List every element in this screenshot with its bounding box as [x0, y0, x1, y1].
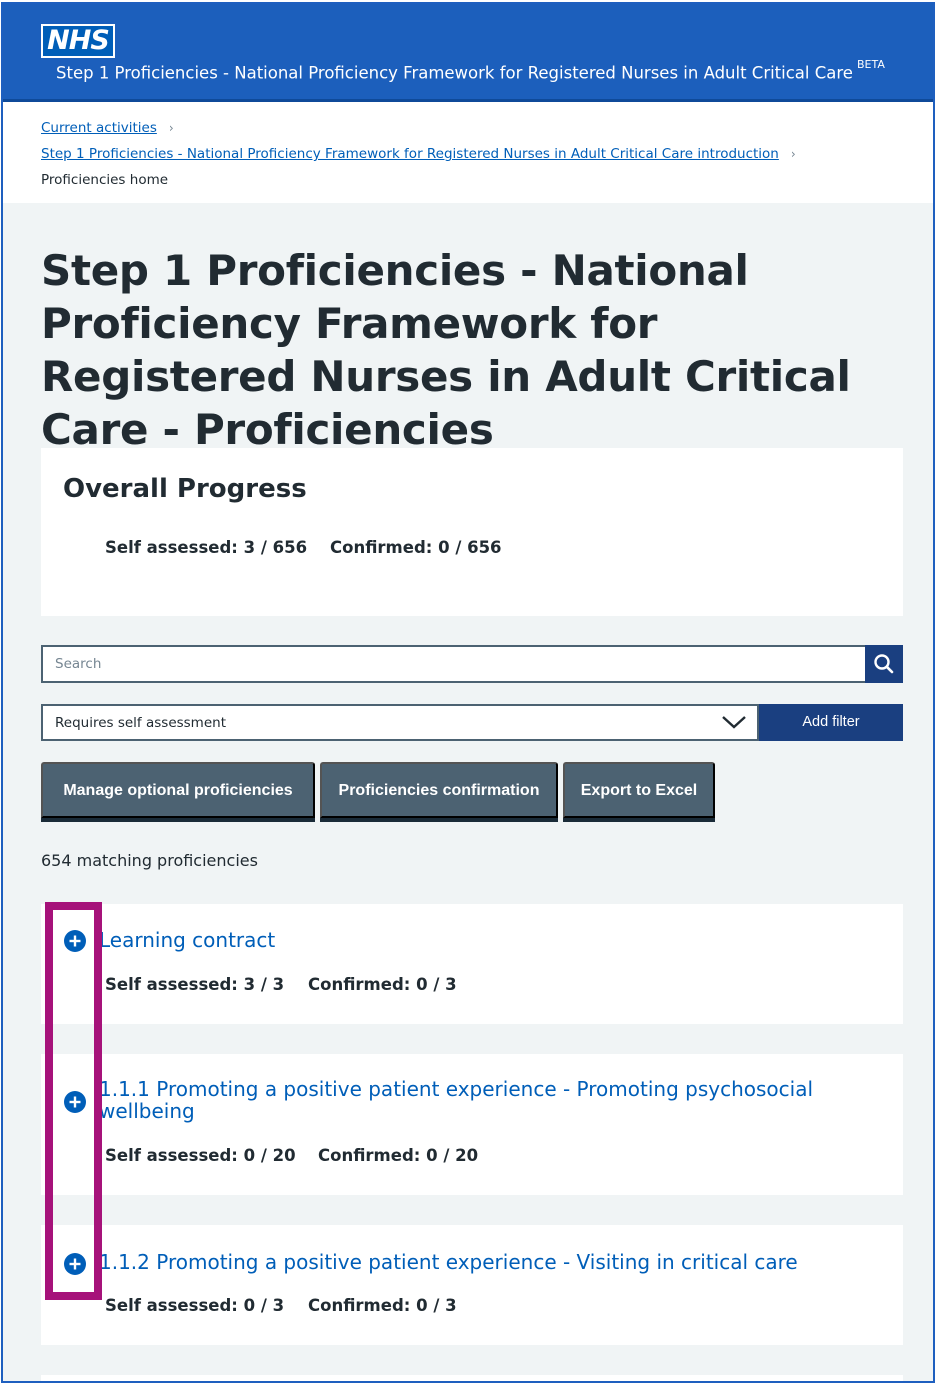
- filter-select[interactable]: Requires self assessment: [41, 704, 759, 741]
- search-icon: [874, 654, 894, 674]
- beta-tag: BETA: [856, 58, 885, 71]
- section-title-link[interactable]: 1.1.2 Promoting a positive patient exper…: [99, 1251, 859, 1273]
- section-card: 1.1.2 Promoting a positive patient exper…: [41, 1225, 903, 1345]
- breadcrumb: Current activities › Step 1 Proficiencies…: [3, 102, 933, 203]
- service-name[interactable]: Step 1 Proficiencies - National Proficie…: [56, 58, 885, 83]
- manage-optional-proficiencies-button[interactable]: Manage optional proficiencies: [41, 762, 315, 818]
- search-bar: [41, 645, 903, 683]
- section-self-assessed: Self assessed: 0 / 20: [105, 1146, 296, 1165]
- section-title-link[interactable]: 1.1.1 Promoting a positive patient exper…: [99, 1078, 859, 1122]
- app-frame: NHS Step 1 Proficiencies - National Prof…: [1, 2, 935, 1383]
- proficiencies-confirmation-button[interactable]: Proficiencies confirmation: [320, 762, 558, 818]
- nhs-logo-text: NHS: [43, 26, 113, 56]
- matching-proficiencies-count: 654 matching proficiencies: [41, 851, 258, 870]
- breadcrumb-current-page: Proficiencies home: [41, 172, 169, 188]
- overall-progress-title: Overall Progress: [63, 474, 307, 504]
- service-name-text: Step 1 Proficiencies - National Proficie…: [56, 63, 853, 83]
- breadcrumb-item-current-activities: Current activities ›: [41, 120, 174, 136]
- section-confirmed: Confirmed: 0 / 3: [308, 1296, 457, 1315]
- expand-plus-icon[interactable]: [63, 929, 87, 953]
- overall-self-assessed: Self assessed: 3 / 656: [105, 538, 308, 557]
- expand-plus-icon[interactable]: [63, 1090, 87, 1114]
- expand-plus-icon[interactable]: [63, 1252, 87, 1276]
- chevron-right-icon: ›: [790, 147, 796, 161]
- nhs-logo[interactable]: NHS: [41, 24, 115, 58]
- section-self-assessed: Self assessed: 0 / 3: [105, 1296, 285, 1315]
- section-confirmed: Confirmed: 0 / 3: [308, 975, 457, 994]
- breadcrumb-link-current-activities[interactable]: Current activities: [41, 120, 157, 136]
- breadcrumb-item-introduction: Step 1 Proficiencies - National Proficie…: [41, 146, 796, 162]
- add-filter-button[interactable]: Add filter: [759, 704, 903, 741]
- filter-selected-value: Requires self assessment: [55, 715, 226, 731]
- section-card: Learning contract Self assessed: 3 / 3 C…: [41, 904, 903, 1024]
- site-header: NHS Step 1 Proficiencies - National Prof…: [3, 4, 933, 102]
- overall-confirmed: Confirmed: 0 / 656: [330, 538, 502, 557]
- chevron-right-icon: ›: [168, 121, 174, 135]
- breadcrumb-link-introduction[interactable]: Step 1 Proficiencies - National Proficie…: [41, 146, 779, 162]
- chevron-down-icon: [722, 716, 746, 729]
- section-self-assessed: Self assessed: 3 / 3: [105, 975, 285, 994]
- overall-progress-card: Overall Progress Self assessed: 3 / 656 …: [41, 448, 903, 616]
- section-card: [41, 1375, 903, 1381]
- export-to-excel-button[interactable]: Export to Excel: [563, 762, 715, 818]
- section-title-link[interactable]: Learning contract: [99, 929, 859, 951]
- section-card: 1.1.1 Promoting a positive patient exper…: [41, 1054, 903, 1195]
- page-title: Step 1 Proficiencies - National Proficie…: [41, 246, 851, 454]
- section-confirmed: Confirmed: 0 / 20: [318, 1146, 479, 1165]
- search-input[interactable]: [41, 645, 865, 683]
- search-button[interactable]: [865, 645, 903, 683]
